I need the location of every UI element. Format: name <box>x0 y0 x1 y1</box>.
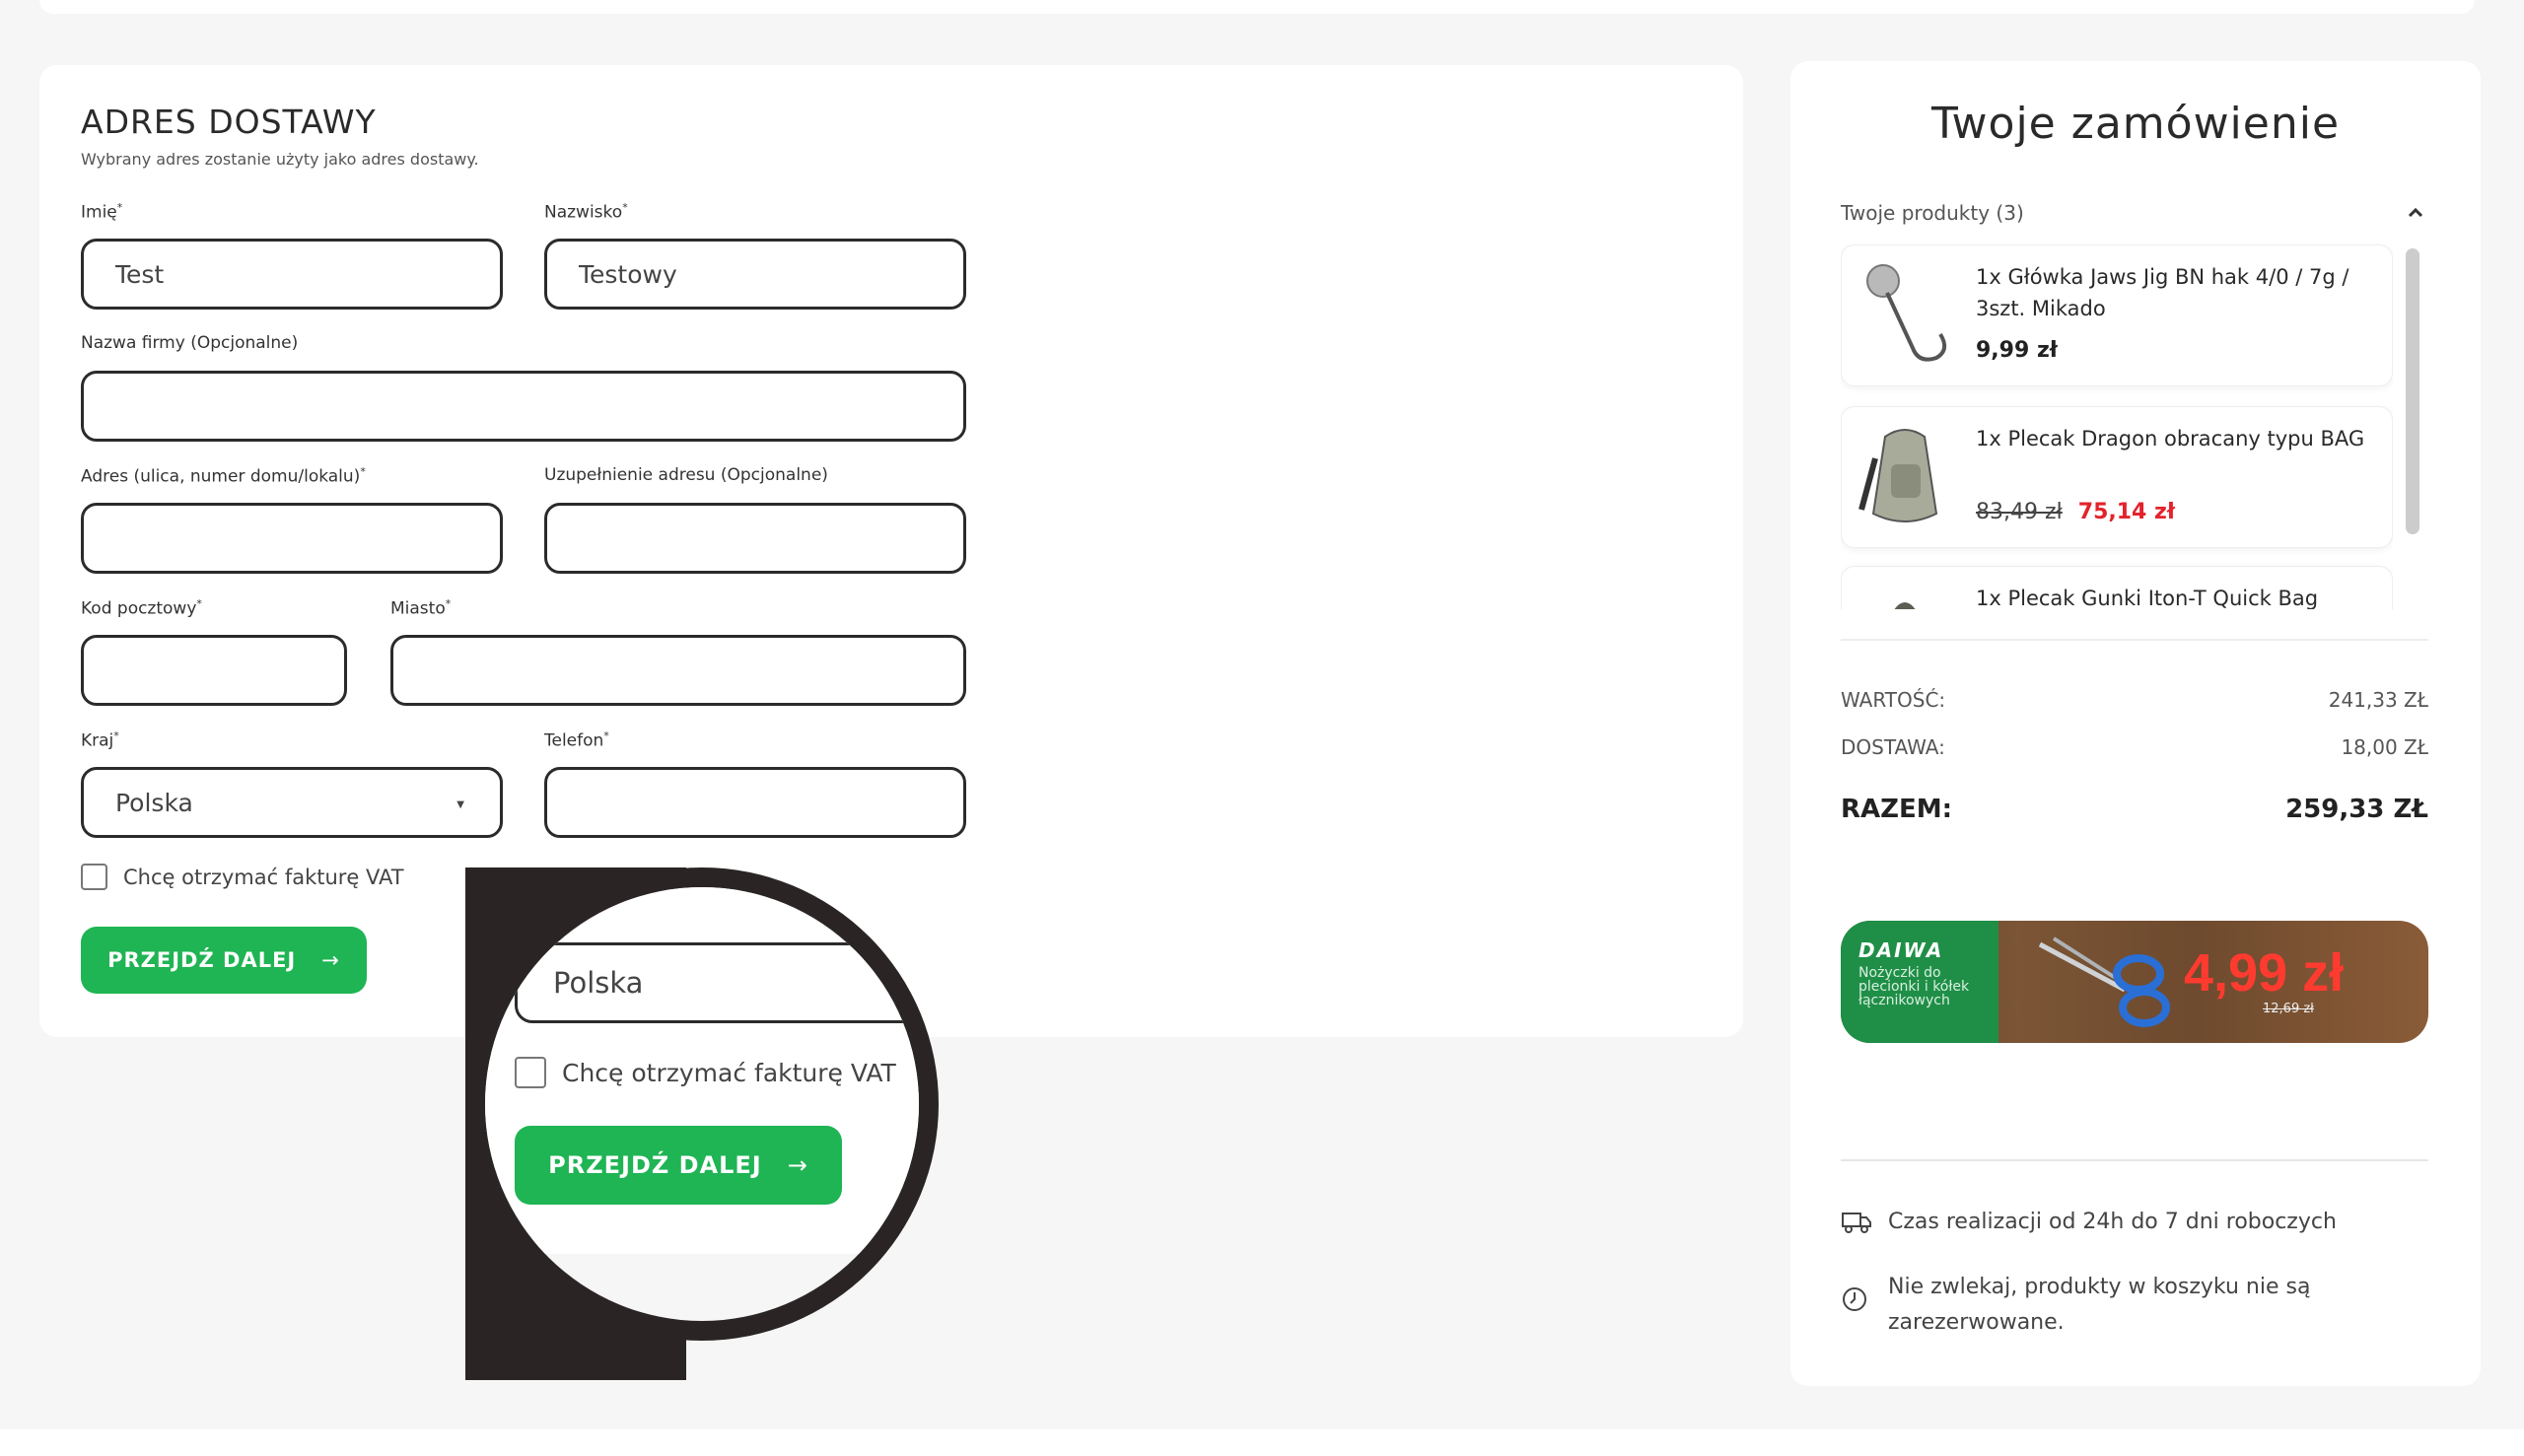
arrow-right-icon: → <box>321 948 340 972</box>
address2-label: Uzupełnienie adresu (Opcjonalne) <box>544 465 828 485</box>
old-price: 83,49 zł <box>1976 500 2063 524</box>
jig-head-image <box>1856 257 1954 372</box>
address-input[interactable] <box>81 503 503 574</box>
delivery-info: Czas realizacji od 24h do 7 dni roboczyc… <box>1841 1205 2337 1246</box>
backpack-image <box>1856 419 1954 533</box>
scissors-icon <box>2038 936 2170 1027</box>
truck-icon <box>1841 1209 1874 1246</box>
vat-invoice-checkbox[interactable] <box>81 864 107 890</box>
promo-old-price: 12,69 zł <box>2263 1002 2314 1016</box>
total-label: RAZEM: <box>1841 795 1953 824</box>
divider <box>1841 1159 2428 1161</box>
zoom-vat-label: Chcę otrzymać fakturę VAT <box>562 1058 896 1087</box>
shipping-row: DOSTAWA: 18,00 ZŁ <box>1841 735 2428 759</box>
product-card[interactable]: 1x Plecak Gunki Iton-T Quick Bag <box>1841 566 2393 609</box>
last-name-label: Nazwisko* <box>544 201 628 223</box>
product-price: 83,49 zł 75,14 zł <box>1976 500 2175 524</box>
promo-banner[interactable]: DAIWA Nożyczki do plecionki i kółek łącz… <box>1841 921 2428 1043</box>
delivery-text: Czas realizacji od 24h do 7 dni roboczyc… <box>1888 1210 2337 1234</box>
product-price: 9,99 zł <box>1976 338 2058 363</box>
total-value: 259,33 ZŁ <box>2285 795 2428 824</box>
continue-button-label: PRZEJDŹ DALEJ <box>107 948 297 972</box>
shipping-label: DOSTAWA: <box>1841 735 1945 759</box>
country-label: Kraj* <box>81 729 119 751</box>
first-name-input[interactable]: Test <box>81 239 503 310</box>
products-scrollbar[interactable] <box>2406 248 2419 534</box>
clock-icon <box>1841 1285 1874 1325</box>
total-row: RAZEM: 259,33 ZŁ <box>1841 795 2428 824</box>
subtotal-value: 241,33 ZŁ <box>2328 688 2428 712</box>
chevron-up-icon[interactable] <box>2406 201 2425 225</box>
arrow-right-icon: → <box>787 1151 808 1179</box>
product-card[interactable]: 1x Główka Jaws Jig BN hak 4/0 / 7g / 3sz… <box>1841 244 2393 386</box>
product-card[interactable]: 1x Plecak Dragon obracany typu BAG 83,49… <box>1841 406 2393 548</box>
shipping-value: 18,00 ZŁ <box>2341 735 2428 759</box>
company-input[interactable] <box>81 371 966 442</box>
continue-button[interactable]: PRZEJDŹ DALEJ → <box>81 927 367 994</box>
address-label: Adres (ulica, numer domu/lokalu)* <box>81 465 366 487</box>
magnifier-lens: Polska Chcę otrzymać fakturę VAT PRZEJDŹ… <box>485 887 919 1321</box>
zoom-country-select[interactable]: Polska <box>515 942 919 1023</box>
reservation-info: Nie zwlekaj, produkty w koszyku nie są z… <box>1841 1270 2428 1341</box>
products-list[interactable]: 1x Główka Jaws Jig BN hak 4/0 / 7g / 3sz… <box>1841 244 2393 609</box>
top-panel-edge <box>39 0 2475 14</box>
promo-text: Nożyczki do plecionki i kółek łącznikowy… <box>1858 965 1970 1008</box>
country-select[interactable]: Polska ▼ <box>81 767 503 838</box>
sale-price: 75,14 zł <box>2077 500 2175 524</box>
city-input[interactable] <box>390 635 966 706</box>
last-name-input[interactable]: Testowy <box>544 239 966 310</box>
postal-code-input[interactable] <box>81 635 347 706</box>
subtotal-label: WARTOŚĆ: <box>1841 688 1946 712</box>
promo-price: 4,99 zł <box>2184 943 2345 1003</box>
bag-image <box>1856 579 1954 609</box>
subtotal-row: WARTOŚĆ: 241,33 ZŁ <box>1841 688 2428 712</box>
city-label: Miasto* <box>390 597 452 619</box>
company-label: Nazwa firmy (Opcjonalne) <box>81 333 299 353</box>
footer-edge <box>0 1429 2524 1456</box>
zoom-vat-checkbox[interactable] <box>515 1057 546 1088</box>
vat-invoice-checkbox-row[interactable]: Chcę otrzymać fakturę VAT <box>81 864 404 890</box>
product-name: 1x Główka Jaws Jig BN hak 4/0 / 7g / 3sz… <box>1976 265 2349 320</box>
reservation-text: Nie zwlekaj, produkty w koszyku nie są z… <box>1888 1275 2311 1335</box>
order-title: Twoje zamówienie <box>1930 99 2341 149</box>
first-name-label: Imię* <box>81 201 123 223</box>
products-header[interactable]: Twoje produkty (3) <box>1841 201 2024 225</box>
form-title: ADRES DOSTAWY <box>81 103 377 141</box>
form-subtitle: Wybrany adres zostanie użyty jako adres … <box>81 150 479 169</box>
zoom-continue-label: PRZEJDŹ DALEJ <box>548 1151 762 1179</box>
divider <box>1841 639 2428 641</box>
address2-input[interactable] <box>544 503 966 574</box>
zoom-vat-checkbox-row[interactable]: Chcę otrzymać fakturę VAT <box>515 1057 896 1088</box>
phone-input[interactable] <box>544 767 966 838</box>
vat-invoice-label: Chcę otrzymać fakturę VAT <box>123 865 404 889</box>
phone-label: Telefon* <box>544 729 609 751</box>
postal-code-label: Kod pocztowy* <box>81 597 202 619</box>
product-name: 1x Plecak Gunki Iton-T Quick Bag <box>1976 587 2319 609</box>
daiwa-logo: DAIWA <box>1858 938 1944 962</box>
product-name: 1x Plecak Dragon obracany typu BAG <box>1976 427 2365 451</box>
select-caret-icon: ▼ <box>456 799 464 810</box>
zoom-continue-button[interactable]: PRZEJDŹ DALEJ → <box>515 1126 842 1205</box>
